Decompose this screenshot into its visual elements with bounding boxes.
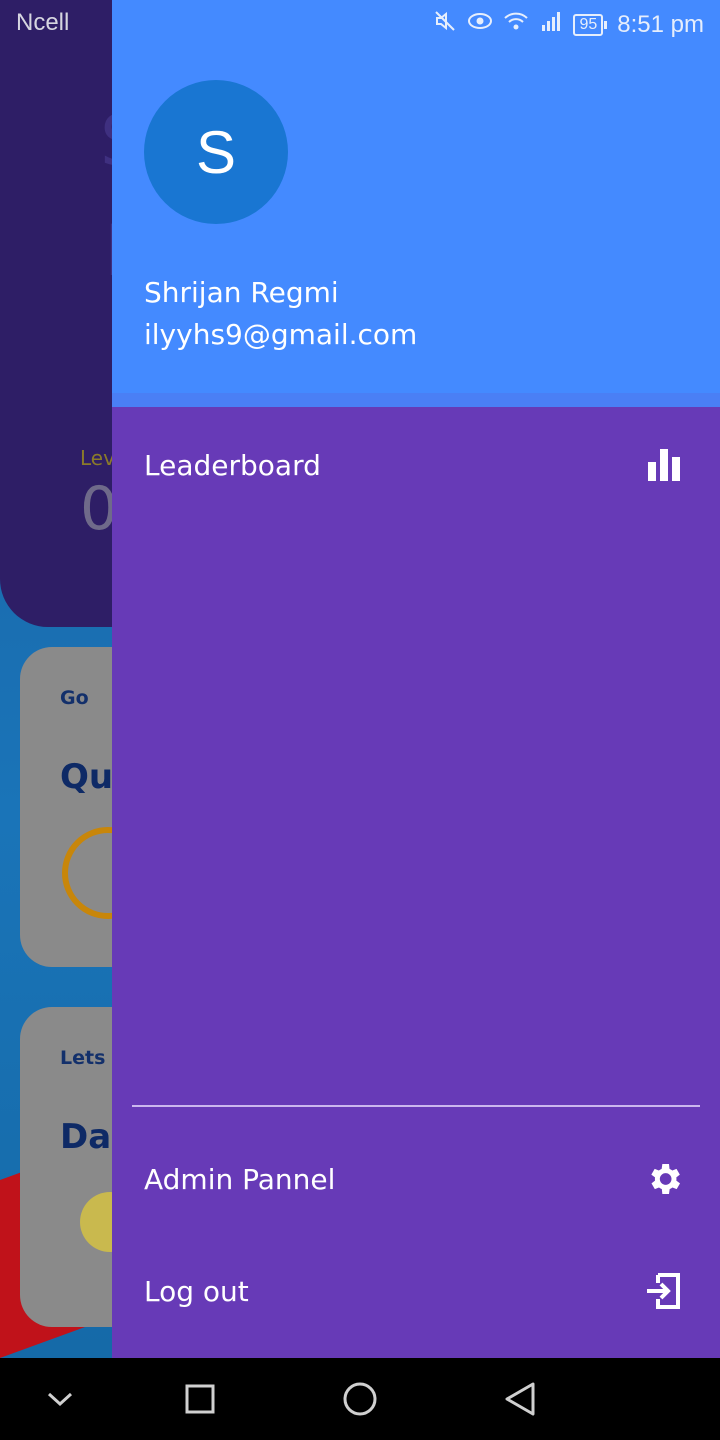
drawer-header: S Shrijan Regmi ilyyhs9@gmail.com — [112, 0, 720, 407]
back-icon[interactable] — [480, 1358, 560, 1440]
menu-item-logout[interactable]: Log out — [112, 1251, 720, 1331]
menu-item-label: Admin Pannel — [144, 1162, 336, 1196]
card-title: Da — [60, 1117, 112, 1157]
level-label: Lev — [80, 446, 115, 470]
menu-item-admin-panel[interactable]: Admin Pannel — [112, 1139, 720, 1219]
mute-icon — [433, 9, 457, 40]
status-icons: 95 8:51 pm — [433, 9, 704, 40]
battery-level: 95 — [573, 13, 604, 36]
divider — [132, 1105, 700, 1107]
clock: 8:51 pm — [617, 10, 704, 38]
status-bar: Ncell 95 8:51 pm — [0, 0, 720, 48]
eye-icon — [467, 9, 493, 40]
chevron-down-icon[interactable] — [20, 1358, 100, 1440]
battery-icon: 95 — [573, 13, 608, 36]
user-name: Shrijan Regmi — [144, 276, 339, 309]
logout-icon — [644, 1271, 684, 1311]
system-nav-bar — [0, 1358, 720, 1440]
user-email: ilyyhs9@gmail.com — [144, 318, 418, 351]
menu-item-label: Leaderboard — [144, 448, 321, 482]
card-subtitle: Lets l — [60, 1047, 119, 1069]
avatar[interactable]: S — [144, 80, 288, 224]
bar-chart-icon — [644, 445, 684, 485]
home-icon[interactable] — [320, 1358, 400, 1440]
signal-icon — [539, 9, 563, 40]
menu-item-label: Log out — [144, 1274, 249, 1308]
gear-icon — [644, 1159, 684, 1199]
card-subtitle: Go — [60, 687, 89, 709]
menu-item-leaderboard[interactable]: Leaderboard — [112, 425, 720, 505]
recents-icon[interactable] — [160, 1358, 240, 1440]
carrier-name: Ncell — [16, 9, 70, 36]
navigation-drawer: S Shrijan Regmi ilyyhs9@gmail.com Leader… — [112, 0, 720, 1358]
card-title: Qu — [60, 757, 114, 797]
wifi-icon — [503, 9, 529, 40]
